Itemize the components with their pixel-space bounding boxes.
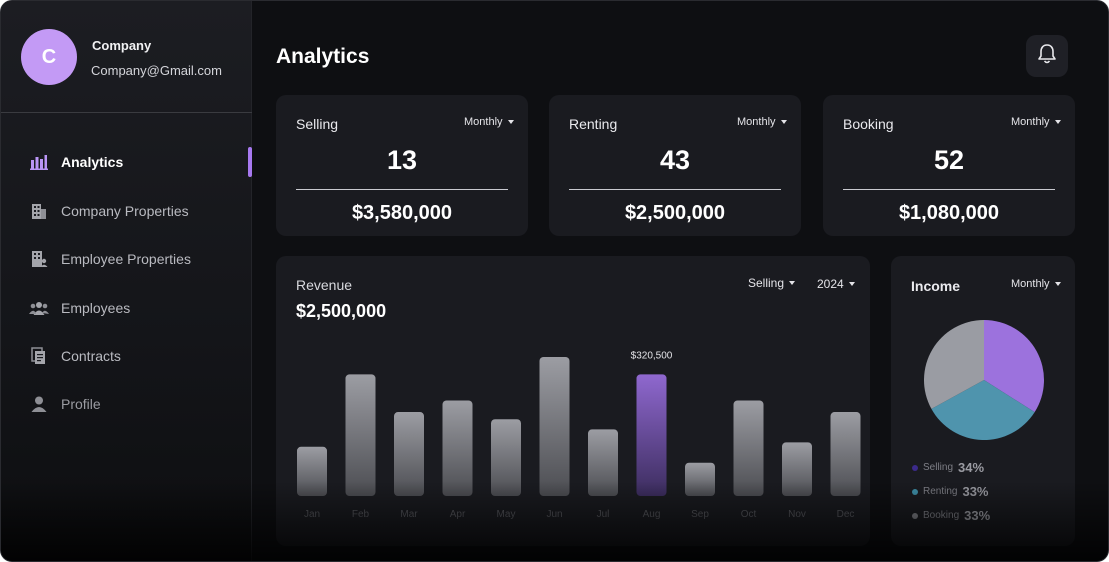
revenue-amount: $2,500,000 — [296, 301, 387, 321]
x-tick-label: Sep — [691, 509, 709, 520]
legend-item-booking: Booking 33% — [912, 508, 990, 523]
legend-dot — [912, 488, 918, 495]
building-icon — [29, 201, 49, 221]
year-dropdown[interactable]: 2024 — [817, 277, 855, 291]
user-name: Company — [92, 38, 152, 53]
notification-button[interactable] — [1026, 35, 1068, 77]
user-email: Company@Gmail.com — [91, 63, 222, 78]
x-tick-label: Oct — [741, 509, 757, 520]
x-tick-label: May — [497, 509, 516, 520]
x-tick-label: Aug — [643, 509, 661, 520]
sidebar-item-label: Employee Properties — [61, 251, 191, 267]
x-tick-label: Mar — [400, 509, 418, 520]
legend-dot — [912, 464, 918, 471]
sidebar-item-contracts[interactable]: Contracts — [29, 341, 249, 371]
x-tick-label: Jul — [597, 509, 610, 520]
legend-item-renting: Renting 33% — [912, 484, 989, 499]
legend-percent: 33% — [962, 484, 989, 499]
avatar[interactable]: C — [21, 29, 77, 85]
card-amount: $2,500,000 — [624, 202, 726, 224]
bar-dec[interactable] — [830, 412, 861, 496]
bar-oct[interactable] — [733, 400, 764, 496]
legend-label: Booking — [923, 510, 960, 521]
card-count: 13 — [386, 145, 418, 175]
card-divider — [569, 189, 781, 190]
legend-label: Renting — [923, 486, 958, 497]
card-count: 43 — [659, 145, 691, 175]
revenue-bar-chart: Jan Feb Mar Apr May Jun Jul Aug $320,500 Sep Oct No… — [297, 350, 861, 520]
bar-sep[interactable] — [685, 462, 715, 496]
chevron-down-icon — [1054, 282, 1061, 286]
sidebar-item-label: Profile — [61, 396, 101, 412]
chevron-down-icon — [1054, 120, 1061, 124]
x-tick-label: Jun — [546, 509, 562, 520]
sidebar-item-profile[interactable]: Profile — [29, 389, 249, 419]
card-divider — [296, 189, 508, 190]
booking-card: Booking Monthly 52 $1,080,000 — [823, 95, 1075, 236]
sidebar-divider — [1, 112, 252, 113]
chevron-down-icon — [507, 120, 514, 124]
active-indicator — [248, 147, 252, 177]
card-title: Booking — [843, 116, 894, 132]
period-dropdown[interactable]: Monthly — [1011, 116, 1061, 128]
bar-nov[interactable] — [782, 442, 812, 496]
page-title: Analytics — [276, 45, 370, 68]
income-title: Income — [911, 278, 961, 294]
bell-icon — [1037, 43, 1057, 70]
bar-chart-icon — [29, 152, 49, 172]
x-tick-label: Dec — [837, 509, 855, 520]
card-title: Selling — [296, 116, 339, 132]
card-amount: $1,080,000 — [898, 202, 1000, 224]
sidebar-item-company-properties[interactable]: Company Properties — [29, 196, 249, 226]
legend-dot — [912, 512, 918, 519]
legend-percent: 34% — [958, 460, 985, 475]
sidebar-item-label: Analytics — [61, 154, 124, 170]
bar-mar[interactable] — [394, 412, 424, 496]
sidebar-item-employees[interactable]: Employees — [29, 293, 249, 323]
selling-card: Selling Monthly 13 $3,580,000 — [276, 95, 528, 236]
sidebar-item-employee-properties[interactable]: Employee Properties — [29, 244, 249, 274]
employee-building-icon — [29, 249, 49, 269]
income-card: Income Monthly Selling 34% Renting 33% B… — [891, 256, 1075, 546]
bar-jul[interactable] — [588, 429, 618, 496]
bar-jan[interactable] — [297, 446, 327, 496]
period-dropdown[interactable]: Monthly — [737, 116, 787, 128]
legend-label: Selling — [923, 462, 954, 473]
sidebar-item-label: Employees — [61, 300, 131, 316]
bar-aug[interactable] — [636, 374, 667, 496]
bar-feb[interactable] — [345, 374, 376, 496]
documents-icon — [29, 346, 49, 366]
chevron-down-icon — [789, 281, 796, 285]
sidebar-item-analytics[interactable]: Analytics — [29, 147, 249, 177]
period-dropdown[interactable]: Monthly — [464, 116, 514, 128]
app-window: C Company Company@Gmail.com Analytics Co… — [0, 0, 1109, 562]
user-icon — [29, 394, 49, 414]
legend-percent: 33% — [964, 508, 991, 523]
chevron-down-icon — [780, 120, 787, 124]
type-dropdown[interactable]: Selling — [748, 276, 796, 290]
chevron-down-icon — [848, 282, 855, 286]
sidebar-item-label: Company Properties — [61, 203, 189, 219]
card-amount: $3,580,000 — [351, 202, 453, 224]
people-icon — [29, 298, 49, 318]
card-title: Renting — [569, 116, 618, 132]
x-tick-label: Feb — [352, 509, 370, 520]
card-divider — [843, 189, 1055, 190]
revenue-card: Jan Feb Mar Apr May Jun Jul Aug $320,500 Sep Oct No… — [276, 256, 870, 546]
revenue-title: Revenue — [296, 277, 353, 293]
card-count: 52 — [933, 145, 965, 175]
bar-jun[interactable] — [539, 357, 570, 496]
user-profile[interactable]: C Company Company@Gmail.com — [21, 29, 246, 89]
period-dropdown[interactable]: Monthly — [1011, 278, 1061, 290]
sidebar-item-label: Contracts — [61, 348, 121, 364]
x-tick-label: Nov — [788, 509, 806, 520]
bar-value-label: $320,500 — [631, 350, 673, 361]
x-tick-label: Apr — [450, 509, 466, 520]
sidebar: C Company Company@Gmail.com Analytics Co… — [1, 1, 252, 561]
legend-item-selling: Selling 34% — [912, 460, 984, 475]
renting-card: Renting Monthly 43 $2,500,000 — [549, 95, 801, 236]
x-tick-label: Jan — [304, 509, 320, 520]
bar-may[interactable] — [491, 419, 521, 496]
bar-apr[interactable] — [442, 400, 473, 496]
